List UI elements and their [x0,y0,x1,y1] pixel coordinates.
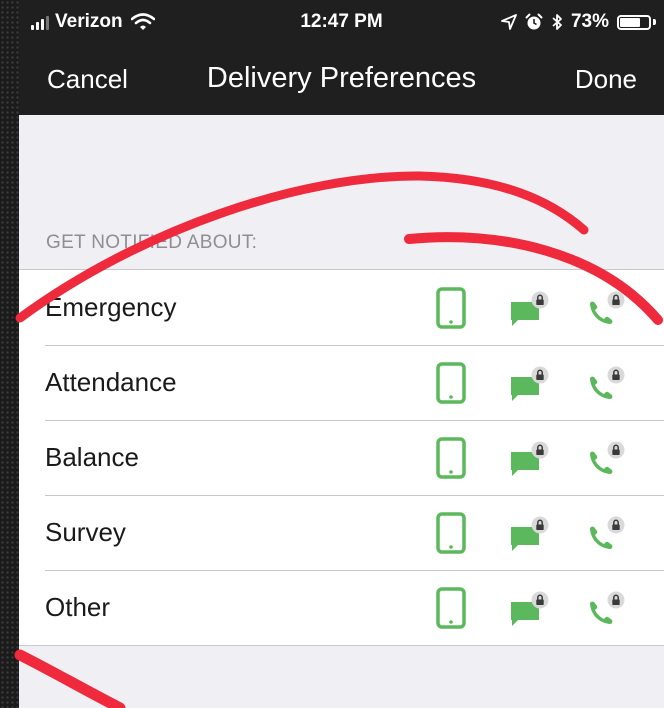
status-right: 73% [501,11,656,33]
row-label: Survey [45,517,126,547]
preference-row-balance: Balance [19,420,664,495]
voice-call-icon [590,441,625,474]
mobile-phone-icon [436,511,466,554]
push-notification-toggle[interactable] [433,270,469,345]
voice-call-icon [590,516,625,549]
sms-toggle[interactable] [509,420,549,495]
nav-bar: Cancel Delivery Preferences Done [19,44,664,115]
mobile-phone-icon [436,436,466,479]
preference-row-attendance: Attendance [19,345,664,420]
voice-call-toggle[interactable] [585,270,625,345]
bluetooth-icon [552,14,562,30]
done-button[interactable]: Done [575,64,637,95]
sms-toggle[interactable] [509,270,549,345]
push-notification-toggle[interactable] [433,495,469,570]
phone-screen: Verizon 12:47 PM 73% Cancel Delivery Pre… [19,0,664,708]
sms-toggle[interactable] [509,345,549,420]
voice-call-toggle[interactable] [585,345,625,420]
voice-call-icon [590,366,625,399]
push-notification-toggle[interactable] [433,345,469,420]
row-label: Attendance [45,367,177,397]
status-bar: Verizon 12:47 PM 73% [19,0,664,44]
sms-message-icon [511,291,549,326]
row-label: Other [45,592,111,622]
section-header: GET NOTIFIED ABOUT: [46,232,258,253]
mobile-phone-icon [436,361,466,404]
mobile-phone-icon [436,286,466,329]
notification-preferences-list: Emergency Attendance Balance Survey Othe… [19,269,664,646]
battery-percent: 73% [570,11,609,32]
sms-message-icon [511,516,549,551]
push-notification-toggle[interactable] [433,570,469,645]
alarm-icon [525,13,543,30]
sms-toggle[interactable] [509,570,549,645]
preference-row-survey: Survey [19,495,664,570]
voice-call-toggle[interactable] [585,420,625,495]
row-label: Emergency [45,292,177,322]
push-notification-toggle[interactable] [433,420,469,495]
battery-fill [620,17,641,27]
sms-message-icon [511,591,549,626]
mobile-phone-icon [436,586,466,629]
battery-tip [653,19,656,25]
battery-icon [617,14,651,30]
sms-message-icon [511,366,549,401]
preference-row-other: Other [19,570,664,645]
row-label: Balance [45,442,139,472]
sms-toggle[interactable] [509,495,549,570]
voice-call-toggle[interactable] [585,495,625,570]
voice-call-icon [590,291,625,324]
voice-call-icon [590,591,625,624]
location-icon [501,14,517,30]
page-title: Delivery Preferences [206,62,477,94]
voice-call-toggle[interactable] [585,570,625,645]
sms-message-icon [511,441,549,476]
preference-row-emergency: Emergency [19,270,664,345]
